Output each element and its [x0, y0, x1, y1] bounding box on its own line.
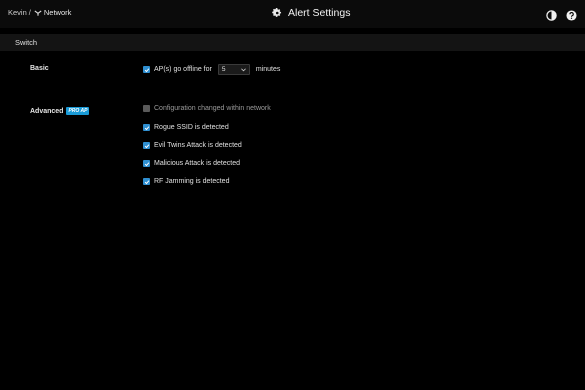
- gear-icon: [272, 8, 282, 17]
- rogue-ssid-checkbox[interactable]: [143, 124, 150, 131]
- breadcrumb: Kevin / Network: [8, 8, 71, 17]
- network-icon: [34, 10, 42, 16]
- alert-option-rf-jamming: RF Jamming is detected: [143, 178, 229, 185]
- option-label: Malicious Attack is detected: [154, 160, 240, 167]
- option-label: Rogue SSID is detected: [154, 124, 229, 131]
- help-icon[interactable]: [566, 8, 577, 21]
- offline-alert-checkbox[interactable]: [143, 66, 150, 73]
- advanced-label: Advanced: [30, 108, 64, 115]
- config-changed-checkbox[interactable]: [143, 105, 150, 112]
- offline-minutes-select[interactable]: 5: [217, 64, 250, 75]
- option-label: Evil Twins Attack is detected: [154, 142, 242, 149]
- rf-jamming-checkbox[interactable]: [143, 178, 150, 185]
- breadcrumb-separator: /: [28, 8, 31, 17]
- alert-option-evil-twins: Evil Twins Attack is detected: [143, 142, 242, 149]
- section-title: Switch: [15, 38, 38, 47]
- alert-option-rogue-ssid: Rogue SSID is detected: [143, 124, 229, 131]
- chevron-down-icon: [240, 67, 246, 71]
- offline-alert-suffix: minutes: [255, 66, 281, 73]
- pro-ap-badge: PRO AP: [66, 107, 90, 115]
- advanced-label-row: Advanced PRO AP: [30, 107, 90, 115]
- breadcrumb-user[interactable]: Kevin: [8, 8, 27, 17]
- alert-option-malicious-attack: Malicious Attack is detected: [143, 160, 240, 167]
- breadcrumb-network[interactable]: Network: [44, 8, 72, 17]
- offline-alert-option: AP(s) go offline for 5 minutes: [143, 64, 280, 75]
- offline-minutes-value: 5: [221, 66, 226, 73]
- alert-option-config-changed: Configuration changed within network: [143, 105, 271, 112]
- page-header: Alert Settings: [272, 7, 350, 19]
- option-label: Configuration changed within network: [154, 105, 271, 112]
- section-header: Switch: [0, 34, 585, 51]
- malicious-attack-checkbox[interactable]: [143, 160, 150, 167]
- option-label: RF Jamming is detected: [154, 178, 230, 185]
- evil-twins-checkbox[interactable]: [143, 142, 150, 149]
- theme-toggle-icon[interactable]: [546, 8, 557, 21]
- top-bar: Kevin / Network Alert Settings: [0, 0, 585, 28]
- basic-label: Basic: [30, 65, 49, 72]
- offline-alert-prefix: AP(s) go offline for: [154, 66, 212, 73]
- page-title: Alert Settings: [288, 7, 351, 19]
